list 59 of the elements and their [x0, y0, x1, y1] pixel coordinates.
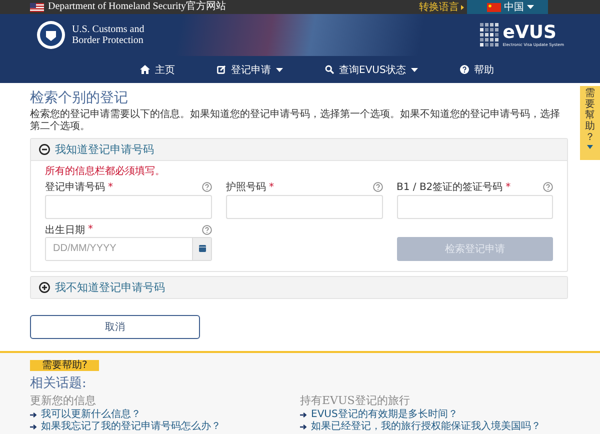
caret-icon [527, 5, 534, 9]
help-icon[interactable] [372, 182, 382, 192]
topic-link[interactable]: 如果已经登记，我的旅行授权能保证我入境美国吗？ [311, 420, 541, 432]
agency-name: U.S. Customs and [72, 24, 144, 35]
help-icon[interactable] [543, 182, 553, 192]
page-description: 检索您的登记申请需要以下的信息。如果知道您的登记申请号码，选择第一个选项。如果不知道您的登记申请号码，选择第二个选项。 [30, 109, 561, 133]
language-select[interactable]: 中国 [467, 0, 548, 14]
help-icon[interactable] [202, 182, 212, 192]
field-label: 登记申请号码 [45, 180, 105, 194]
nav-menu-item[interactable]: 帮助 [460, 62, 494, 76]
plus-circle-icon [39, 282, 50, 292]
required-mark: * [108, 182, 113, 192]
caret-icon [461, 4, 464, 10]
accordion-header[interactable]: 我不知道登记申请号码 [31, 276, 567, 298]
help-icon [460, 65, 469, 74]
arrow-icon [30, 412, 37, 418]
field-label: 护照号码 [226, 180, 266, 194]
calendar-button[interactable] [192, 238, 211, 260]
home-icon [140, 65, 150, 74]
topic-link[interactable]: EVUS登记的有效期是多长时间？ [311, 408, 458, 420]
flag-icon [487, 2, 501, 12]
date-field[interactable]: DD/MM/YYYY [45, 236, 212, 260]
help-icon[interactable] [202, 224, 212, 234]
accordion-header[interactable]: 我知道登记申请号码 [31, 139, 567, 160]
nav-menu-item[interactable]: 主页 [140, 62, 175, 76]
flag-icon [30, 2, 44, 12]
topic-link[interactable]: 我可以更新什么信息？ [41, 408, 141, 420]
input-field[interactable] [45, 194, 212, 218]
page-title: 检索个别的登记 [30, 89, 129, 107]
nav-menu-item[interactable]: 登记申请 [217, 62, 283, 76]
related-topics-heading: 相关话题: [30, 376, 88, 392]
required-mark: * [269, 182, 274, 192]
arrow-icon [30, 424, 37, 430]
caret-icon [587, 145, 593, 149]
cancel-button[interactable]: 取消 [30, 314, 200, 338]
search-icon [325, 65, 334, 74]
agency-name: Border Protection [72, 35, 144, 46]
required-mark: * [88, 224, 93, 235]
topic-heading: 持有EVUS登记的旅行 [300, 394, 411, 408]
topic-heading: 更新您的信息 [30, 394, 97, 408]
arrow-icon [300, 424, 307, 430]
field-label: B1 / B2签证的签证号码 [396, 181, 503, 194]
logo-wordmark: eVUS [502, 24, 558, 42]
arrow-icon [300, 412, 307, 418]
globe-grid-icon [478, 21, 500, 49]
input-field[interactable] [226, 194, 382, 218]
field-label: 出生日期 [45, 224, 85, 236]
edit-icon [217, 65, 226, 74]
topic-link[interactable]: 如果我忘记了我的登记申请号码怎么办？ [41, 420, 221, 432]
input-field[interactable] [396, 194, 553, 218]
language-prompt-link[interactable]: 转换语言 [419, 0, 459, 14]
minus-circle-icon [39, 144, 50, 155]
calendar-icon [198, 245, 206, 252]
required-mark: * [506, 182, 511, 192]
seal-icon [36, 20, 66, 50]
help-side-tab[interactable]: 需要幫助？ [580, 86, 600, 160]
required-note: 所有的信息栏都必须填写。 [45, 166, 166, 178]
site-label: Department of Homeland Security官方网站 [48, 0, 226, 14]
nav-menu-item[interactable]: 查询EVUS状态 [325, 62, 418, 76]
